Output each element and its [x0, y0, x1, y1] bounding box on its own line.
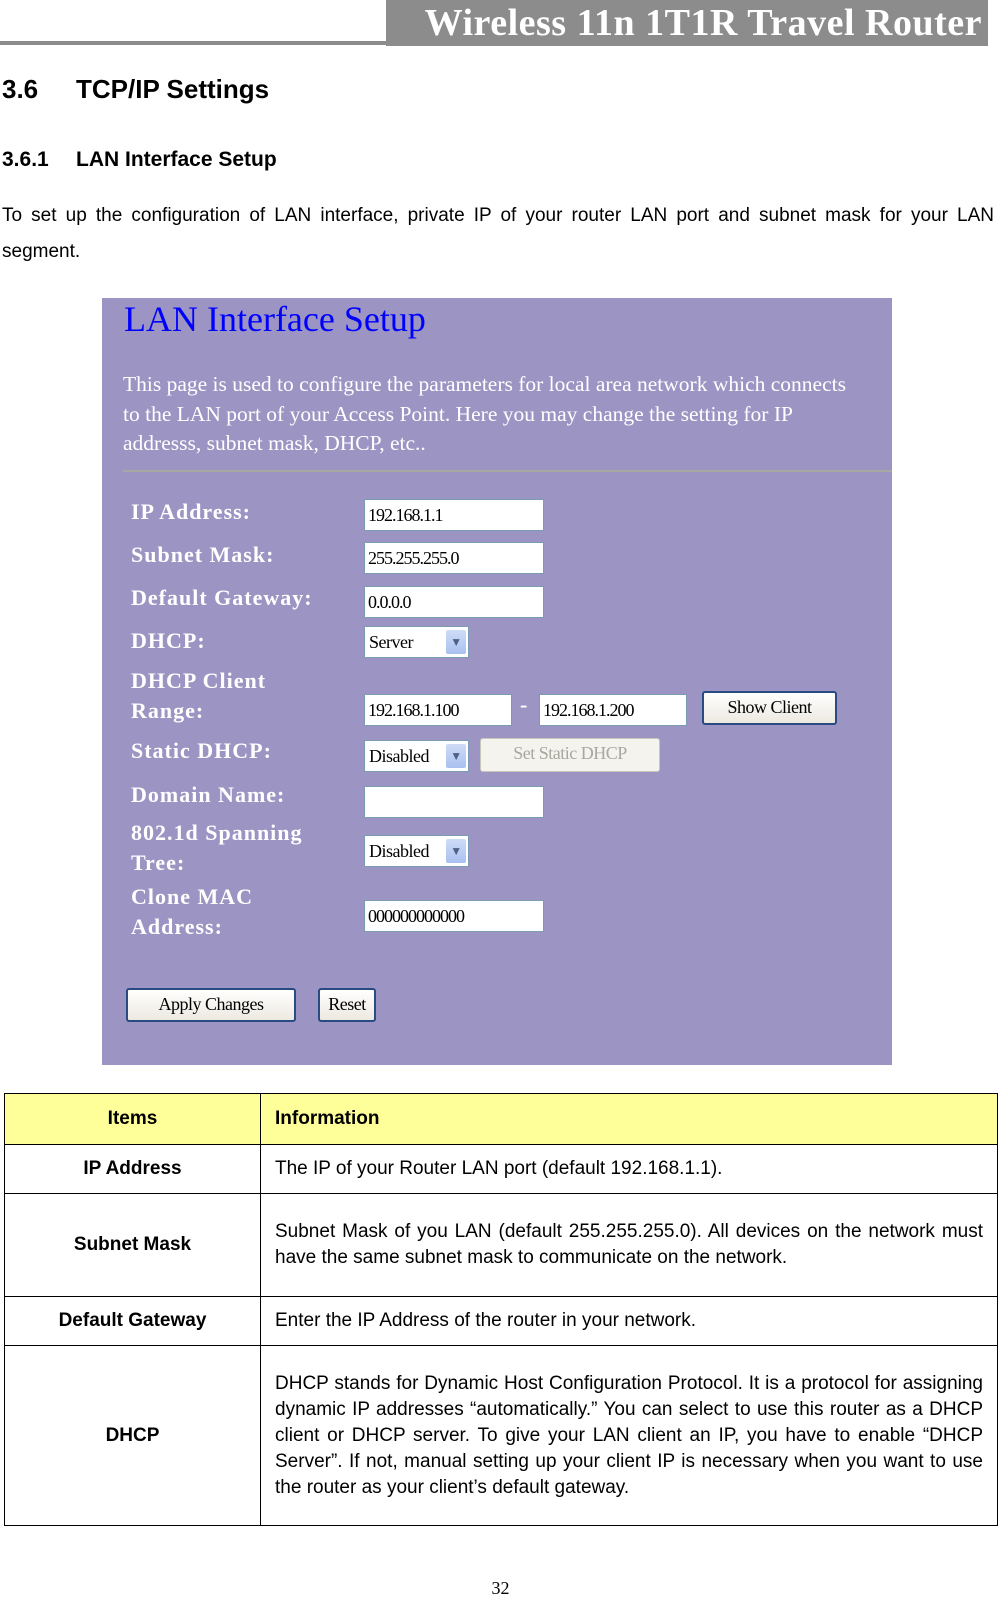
table-cell-info: DHCP stands for Dynamic Host Configurati… [260, 1345, 998, 1526]
table-cell-info: Subnet Mask of you LAN (default 255.255.… [260, 1193, 998, 1297]
dhcp-select[interactable]: Server ▼ [364, 626, 469, 658]
set-static-dhcp-button[interactable]: Set Static DHCP [480, 738, 660, 772]
table-row: DHCP DHCP stands for Dynamic Host Config… [4, 1345, 998, 1526]
static-dhcp-select[interactable]: Disabled ▼ [364, 740, 469, 772]
table-row: IP Address The IP of your Router LAN por… [4, 1144, 998, 1194]
dhcp-range-label-line2: Range: [131, 698, 205, 723]
clone-mac-label-line1: Clone MAC [131, 884, 254, 909]
panel-divider [123, 470, 892, 472]
section-title: TCP/IP Settings [76, 74, 270, 104]
clone-mac-input[interactable]: 000000000000 [364, 900, 544, 932]
table-header-items: Items [4, 1093, 261, 1145]
subnet-mask-input[interactable]: 255.255.255.0 [364, 542, 544, 574]
dhcp-selected-value: Server [369, 632, 413, 652]
subsection-heading: 3.6.1 LAN Interface Setup [2, 148, 277, 172]
table-cell-item: IP Address [4, 1144, 261, 1194]
default-gateway-input[interactable]: 0.0.0.0 [364, 586, 544, 618]
spanning-tree-select[interactable]: Disabled ▼ [364, 835, 469, 867]
intro-paragraph: To set up the configuration of LAN inter… [2, 205, 994, 262]
range-separator: - [520, 692, 528, 717]
apply-changes-button[interactable]: Apply Changes [126, 988, 296, 1022]
domain-name-input[interactable] [364, 786, 544, 818]
spanning-tree-selected-value: Disabled [369, 841, 429, 861]
dhcp-range-label: DHCP Client Range: [131, 666, 266, 726]
section-number: 3.6 [2, 74, 39, 104]
default-gateway-label: Default Gateway: [131, 585, 313, 610]
table-cell-item: Default Gateway [4, 1296, 261, 1346]
subsection-title: LAN Interface Setup [76, 148, 277, 171]
table-cell-item: DHCP [4, 1345, 261, 1526]
clone-mac-label: Clone MAC Address: [131, 882, 253, 942]
dhcp-label: DHCP: [131, 628, 206, 653]
dhcp-range-start-input[interactable]: 192.168.1.100 [364, 694, 512, 726]
dhcp-range-end-input[interactable]: 192.168.1.200 [539, 694, 687, 726]
table-row: Subnet Mask Subnet Mask of you LAN (defa… [4, 1193, 998, 1297]
chevron-down-icon[interactable]: ▼ [446, 744, 466, 768]
show-client-button[interactable]: Show Client [702, 691, 837, 725]
clone-mac-label-line2: Address: [131, 914, 223, 939]
ip-address-input[interactable]: 192.168.1.1 [364, 499, 544, 531]
table-cell-info: Enter the IP Address of the router in yo… [260, 1296, 998, 1346]
table-cell-info: The IP of your Router LAN port (default … [260, 1144, 998, 1194]
subnet-mask-label: Subnet Mask: [131, 542, 275, 567]
spanning-tree-label: 802.1d Spanning Tree: [131, 818, 303, 878]
static-dhcp-label: Static DHCP: [131, 738, 272, 763]
subsection-number: 3.6.1 [2, 148, 49, 171]
page-number: 32 [491, 1578, 510, 1598]
table-cell-item: Subnet Mask [4, 1193, 261, 1297]
section-heading: 3.6 TCP/IP Settings [2, 74, 269, 105]
spanning-tree-label-line2: Tree: [131, 850, 186, 875]
table-header-information: Information [260, 1093, 998, 1145]
domain-name-label: Domain Name: [131, 782, 286, 807]
chevron-down-icon[interactable]: ▼ [446, 630, 466, 654]
reset-button[interactable]: Reset [318, 988, 376, 1022]
spanning-tree-label-line1: 802.1d Spanning [131, 820, 303, 845]
dhcp-range-label-line1: DHCP Client [131, 668, 267, 693]
lan-setup-screenshot: LAN Interface Setup This page is used to… [102, 298, 892, 1065]
panel-title: LAN Interface Setup [124, 299, 426, 339]
header-rule [0, 41, 386, 45]
ip-address-label: IP Address: [131, 499, 252, 524]
info-table: Items Information IP Address The IP of y… [4, 1093, 998, 1526]
chevron-down-icon[interactable]: ▼ [446, 839, 466, 863]
document-header-title: Wireless 11n 1T1R Travel Router [386, 0, 988, 46]
table-row: Default Gateway Enter the IP Address of … [4, 1296, 998, 1346]
panel-description: This page is used to configure the param… [123, 372, 846, 455]
table-header-row: Items Information [4, 1093, 998, 1145]
static-dhcp-selected-value: Disabled [369, 746, 429, 766]
